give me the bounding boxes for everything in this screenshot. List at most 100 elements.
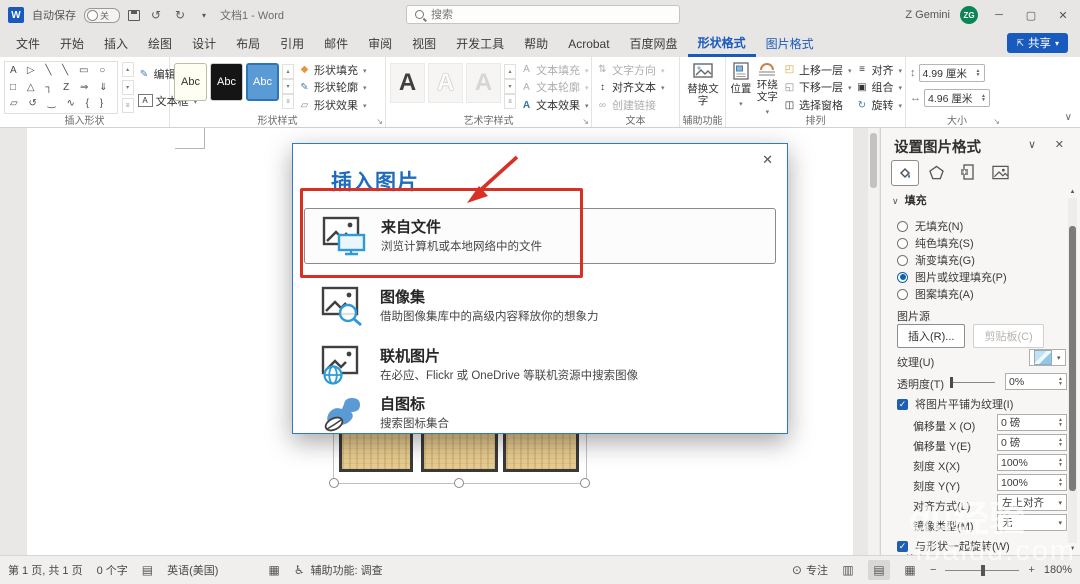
- language-status[interactable]: 英语(美国): [167, 562, 218, 578]
- print-layout-button[interactable]: ▤: [868, 560, 890, 580]
- scroll-up-icon[interactable]: ▲: [1068, 189, 1077, 195]
- page-info[interactable]: 第 1 页, 共 1 页: [8, 562, 83, 578]
- alt-text-button[interactable]: 替换文字: [687, 61, 719, 114]
- wordart-gallery-scroll[interactable]: ▴▾≡: [504, 63, 516, 110]
- collapse-ribbon-icon[interactable]: ∨: [1065, 112, 1072, 123]
- word-count[interactable]: 0 个字: [97, 562, 128, 578]
- shape-effects-button[interactable]: ▱ 形状效果: [298, 97, 367, 113]
- radio-picture-texture-fill[interactable]: 图片或纹理填充(P): [897, 269, 1007, 285]
- radio-solid-fill[interactable]: 纯色填充(S): [897, 235, 974, 251]
- dialog-launcher-icon[interactable]: ↘: [582, 117, 589, 126]
- alignment-dropdown[interactable]: 左上对齐: [997, 494, 1067, 511]
- radio-gradient-fill[interactable]: 渐变填充(G): [897, 252, 975, 268]
- tile-as-texture-checkbox[interactable]: 将图片平铺为纹理(I): [897, 396, 1013, 412]
- tab-references[interactable]: 引用: [270, 30, 314, 57]
- create-link-button[interactable]: ∞ 创建链接: [596, 97, 665, 113]
- send-backward-button[interactable]: ◱ 下移一层: [783, 79, 852, 95]
- zoom-out-button[interactable]: −: [930, 564, 936, 576]
- wordart-swatch[interactable]: A: [428, 63, 463, 103]
- dialog-launcher-icon[interactable]: ↘: [993, 117, 1000, 126]
- redo-button[interactable]: ↻: [172, 8, 188, 22]
- undo-button[interactable]: ↺: [148, 8, 164, 22]
- accessibility-status[interactable]: 辅助功能: 调查: [311, 562, 383, 578]
- slider-thumb[interactable]: [950, 377, 953, 388]
- stepper-icon[interactable]: ▲▼: [1058, 418, 1063, 427]
- offset-x-spinner[interactable]: 0 磅▲▼: [997, 414, 1067, 431]
- tab-help[interactable]: 帮助: [514, 30, 558, 57]
- transparency-spinner[interactable]: 0% ▲▼: [1005, 373, 1067, 390]
- group-button[interactable]: ▣ 组合: [855, 79, 902, 95]
- shape-style-swatch-selected[interactable]: Abc: [246, 63, 279, 101]
- mirror-type-dropdown[interactable]: 无: [997, 514, 1067, 531]
- stepper-icon[interactable]: ▲▼: [1058, 458, 1063, 467]
- focus-mode[interactable]: 专注: [806, 562, 828, 578]
- search-input[interactable]: [429, 8, 671, 22]
- save-icon[interactable]: [128, 10, 140, 21]
- transparency-slider[interactable]: [951, 382, 995, 383]
- pane-chevron-icon[interactable]: ∨: [1028, 138, 1036, 151]
- zoom-level[interactable]: 180%: [1044, 564, 1072, 576]
- shape-outline-button[interactable]: ✎ 形状轮廓: [298, 79, 367, 95]
- radio-no-fill[interactable]: 无填充(N): [897, 218, 963, 234]
- option-icons[interactable]: 自图标 搜索图标集合: [304, 392, 776, 434]
- width-spinner[interactable]: 4.96 厘米 ▲▼: [924, 89, 990, 107]
- gallery-scroll[interactable]: ▴▾≡: [122, 61, 134, 114]
- tab-picture-format[interactable]: 图片格式: [756, 30, 824, 57]
- tab-file[interactable]: 文件: [6, 30, 50, 57]
- option-stock-images[interactable]: 图像集 借助图像集库中的高级内容释放你的想象力: [304, 278, 776, 334]
- shape-style-swatch[interactable]: Abc: [174, 63, 207, 101]
- autosave-toggle[interactable]: 关: [84, 8, 120, 23]
- tab-insert[interactable]: 插入: [94, 30, 138, 57]
- shape-row[interactable]: □ △ ┐ Z ⇒ ⇓: [10, 81, 112, 95]
- wrap-text-button[interactable]: 环绕文字: [756, 61, 779, 114]
- align-button[interactable]: ≡ 对齐: [855, 62, 902, 78]
- dialog-close-icon[interactable]: ✕: [762, 152, 773, 168]
- texture-dropdown[interactable]: [1029, 349, 1066, 366]
- text-direction-button[interactable]: ⇅ 文字方向: [596, 62, 665, 78]
- text-fill-button[interactable]: A 文本填充: [520, 62, 589, 78]
- shape-style-swatch[interactable]: Abc: [210, 63, 243, 101]
- height-spinner[interactable]: 4.99 厘米 ▲▼: [919, 64, 985, 82]
- avatar[interactable]: ZG: [960, 6, 978, 24]
- clipboard-button[interactable]: 剪贴板(C): [973, 324, 1043, 348]
- shape-row[interactable]: ▱ ↺ ‿ ∿ { }: [10, 97, 112, 111]
- layout-properties-tool[interactable]: [955, 160, 981, 184]
- fill-line-tool[interactable]: [891, 160, 919, 186]
- share-button[interactable]: ⇱ 共享: [1007, 33, 1068, 53]
- tab-developer[interactable]: 开发工具: [446, 30, 514, 57]
- tab-draw[interactable]: 绘图: [138, 30, 182, 57]
- rotate-button[interactable]: ↻ 旋转: [855, 97, 902, 113]
- stepper-icon[interactable]: ▲▼: [1058, 438, 1063, 447]
- pane-scrollbar-thumb[interactable]: [1069, 226, 1076, 491]
- text-effects-button[interactable]: A 文本效果: [520, 97, 589, 113]
- picture-tool[interactable]: [987, 160, 1013, 184]
- shape-fill-button[interactable]: ◆ 形状填充: [298, 62, 367, 78]
- minimize-button[interactable]: ─: [988, 9, 1010, 21]
- stepper-icon[interactable]: ▲▼: [1058, 478, 1063, 487]
- scrollbar-thumb[interactable]: [870, 133, 877, 188]
- scale-x-spinner[interactable]: 100%▲▼: [997, 454, 1067, 471]
- tab-shape-format[interactable]: 形状格式: [688, 30, 756, 57]
- offset-y-spinner[interactable]: 0 磅▲▼: [997, 434, 1067, 451]
- pane-close-icon[interactable]: ✕: [1055, 138, 1064, 151]
- search-box[interactable]: [406, 5, 680, 24]
- maximize-button[interactable]: ▢: [1020, 9, 1042, 22]
- scroll-down-icon[interactable]: ▼: [1068, 546, 1077, 552]
- customize-qat-button[interactable]: ▾: [196, 11, 212, 20]
- web-layout-button[interactable]: ▦: [899, 560, 921, 580]
- selection-pane-button[interactable]: ◫ 选择窗格: [783, 97, 852, 113]
- selection-handle[interactable]: [580, 478, 590, 488]
- tab-review[interactable]: 审阅: [358, 30, 402, 57]
- style-gallery-scroll[interactable]: ▴▾≡: [282, 63, 294, 110]
- text-outline-button[interactable]: A 文本轮廓: [520, 79, 589, 95]
- zoom-slider[interactable]: [945, 570, 1019, 571]
- dialog-launcher-icon[interactable]: ↘: [376, 117, 383, 126]
- tab-design[interactable]: 设计: [182, 30, 226, 57]
- radio-pattern-fill[interactable]: 图案填充(A): [897, 286, 974, 302]
- close-button[interactable]: ✕: [1052, 9, 1074, 22]
- tab-mailings[interactable]: 邮件: [314, 30, 358, 57]
- proofing-book-icon[interactable]: ▤: [142, 563, 153, 577]
- option-online-pictures[interactable]: 联机图片 在必应、Flickr 或 OneDrive 等联机资源中搜索图像: [304, 337, 776, 393]
- wordart-swatch[interactable]: A: [390, 63, 425, 103]
- tab-home[interactable]: 开始: [50, 30, 94, 57]
